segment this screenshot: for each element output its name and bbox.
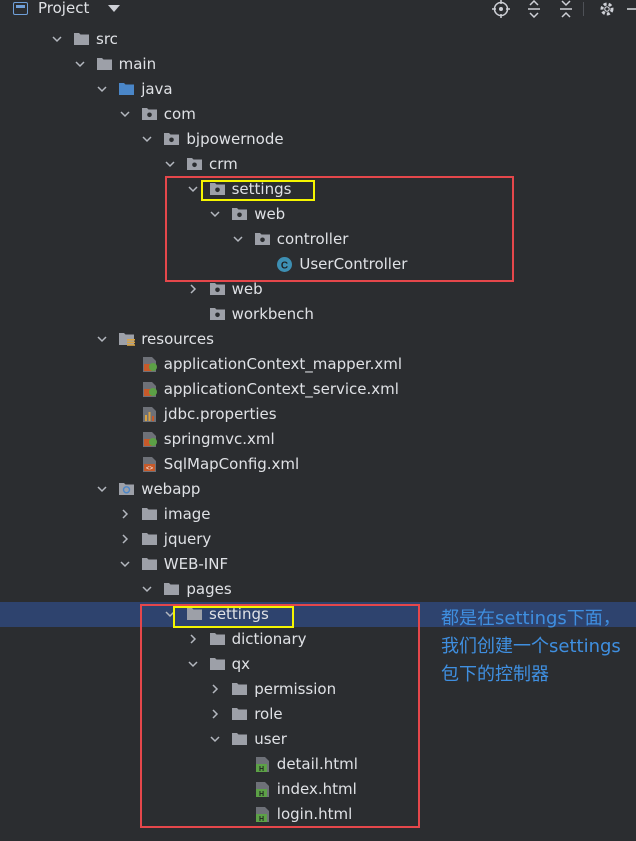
chevron-down-icon[interactable] — [51, 33, 63, 45]
tree-item-label: webapp — [141, 480, 201, 498]
tree-item-label: pages — [186, 580, 232, 598]
tree-item-label: java — [141, 80, 173, 98]
chevron-down-icon[interactable] — [141, 133, 153, 145]
chevron-down-icon[interactable] — [96, 83, 108, 95]
tree-item-pages[interactable]: pages — [0, 577, 636, 602]
chevron-down-icon[interactable] — [119, 558, 131, 570]
folder-icon — [96, 56, 113, 71]
tree-item-label: crm — [209, 155, 238, 173]
folder-icon — [163, 581, 180, 596]
package-icon — [163, 131, 180, 146]
source-folder-icon — [118, 81, 135, 96]
tree-item-src[interactable]: src — [0, 27, 636, 52]
tree-item-label: WEB-INF — [163, 555, 229, 573]
yellow-highlight-java-settings — [201, 180, 315, 201]
tree-item-bjpowernode[interactable]: bjpowernode — [0, 127, 636, 152]
spring-xml-icon — [141, 381, 158, 397]
svg-text:<>: <> — [146, 466, 154, 472]
annotation-note: 都是在settings下面，我们创建一个settings包下的控制器 — [441, 608, 621, 685]
folder-icon — [141, 506, 158, 521]
tree-item-label: main — [118, 55, 157, 73]
package-icon — [209, 306, 226, 321]
gear-icon[interactable] — [598, 0, 616, 18]
collapse-all-icon[interactable] — [557, 0, 575, 18]
chevron-down-icon[interactable] — [141, 583, 153, 595]
chevron-right-icon[interactable] — [119, 508, 131, 520]
tree-item-label: src — [96, 30, 118, 48]
spring-xml-icon — [141, 431, 158, 447]
tree-item-label: bjpowernode — [186, 130, 284, 148]
package-icon — [186, 156, 203, 171]
folder-icon — [73, 31, 90, 46]
tree-item-springmvc-xml[interactable]: springmvc.xml — [0, 427, 636, 452]
tree-item-label: web — [231, 280, 263, 298]
xml-icon: <> — [141, 456, 158, 472]
tree-item-label: jquery — [163, 530, 212, 548]
tree-item-com[interactable]: com — [0, 102, 636, 127]
tree-item-label: SqlMapConfig.xml — [163, 455, 300, 473]
locate-icon[interactable] — [492, 0, 510, 18]
toolbar-divider — [583, 2, 584, 16]
chevron-down-icon[interactable] — [108, 5, 120, 12]
folder-icon — [141, 556, 158, 571]
tree-item-web-inf[interactable]: WEB-INF — [0, 552, 636, 577]
tree-item-workbench[interactable]: workbench — [0, 302, 636, 327]
tree-item-java[interactable]: java — [0, 77, 636, 102]
tree-item-label: resources — [141, 330, 214, 348]
chevron-down-icon[interactable] — [74, 58, 86, 70]
chevron-down-icon[interactable] — [119, 108, 131, 120]
tree-item-main[interactable]: main — [0, 52, 636, 77]
spring-xml-icon — [141, 356, 158, 372]
hide-icon[interactable] — [626, 0, 636, 18]
tree-item-sqlmapconfig-xml[interactable]: <> SqlMapConfig.xml — [0, 452, 636, 477]
chevron-down-icon[interactable] — [96, 483, 108, 495]
chevron-down-icon[interactable] — [164, 158, 176, 170]
tree-item-label: applicationContext_mapper.xml — [163, 355, 403, 373]
tree-item-crm[interactable]: crm — [0, 152, 636, 177]
tree-item-applicationcontext-mapper-xml[interactable]: applicationContext_mapper.xml — [0, 352, 636, 377]
project-view-title[interactable]: Project — [38, 0, 89, 17]
chevron-down-icon[interactable] — [96, 333, 108, 345]
red-highlight-box-pages-settings — [140, 604, 420, 828]
tree-item-webapp[interactable]: webapp — [0, 477, 636, 502]
properties-icon — [141, 406, 158, 422]
tree-item-resources[interactable]: resources — [0, 327, 636, 352]
chevron-right-icon[interactable] — [119, 533, 131, 545]
resources-folder-icon — [118, 331, 136, 346]
package-icon — [141, 106, 158, 121]
web-folder-icon — [118, 481, 135, 496]
tree-item-label: jdbc.properties — [163, 405, 277, 423]
tree-item-label: applicationContext_service.xml — [163, 380, 399, 398]
yellow-highlight-pages-settings — [173, 606, 294, 628]
project-view-icon — [13, 2, 28, 15]
package-icon — [209, 281, 226, 296]
tree-item-image[interactable]: image — [0, 502, 636, 527]
expand-all-icon[interactable] — [525, 0, 543, 19]
tree-item-label: image — [163, 505, 211, 523]
folder-icon — [141, 531, 158, 546]
tree-item-jdbc-properties[interactable]: jdbc.properties — [0, 402, 636, 427]
tree-item-label: springmvc.xml — [163, 430, 275, 448]
tree-item-jquery[interactable]: jquery — [0, 527, 636, 552]
project-toolbar: Project — [0, 0, 636, 20]
chevron-right-icon[interactable] — [187, 283, 199, 295]
tree-item-applicationcontext-service-xml[interactable]: applicationContext_service.xml — [0, 377, 636, 402]
tree-item-label: com — [163, 105, 196, 123]
tree-item-label: workbench — [231, 305, 314, 323]
